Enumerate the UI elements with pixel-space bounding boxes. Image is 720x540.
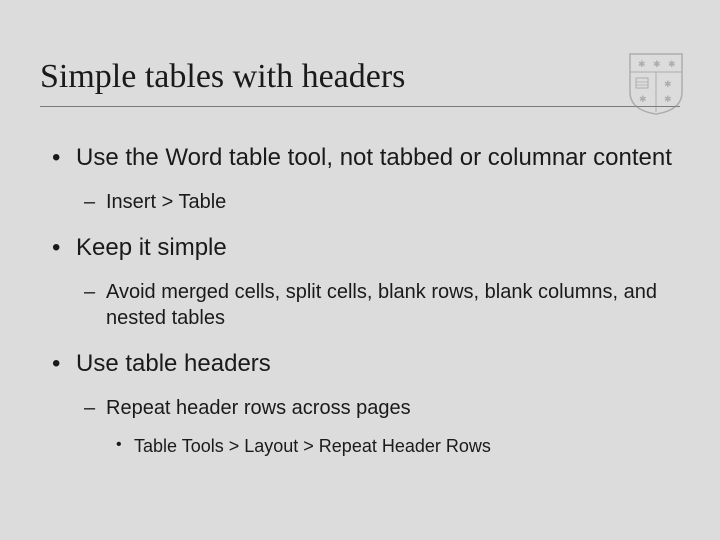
list-item-text: Use the Word table tool, not tabbed or c… [76, 144, 672, 171]
list-item: Table Tools > Layout > Repeat Header Row… [134, 435, 680, 458]
list-item-text: Table Tools > Layout > Repeat Header Row… [134, 436, 491, 456]
svg-text:✱: ✱ [664, 79, 672, 89]
list-item-text: Avoid merged cells, split cells, blank r… [106, 281, 657, 329]
list-item-text: Use table headers [76, 350, 271, 377]
list-item: Use the Word table tool, not tabbed or c… [76, 143, 680, 215]
slide-title: Simple tables with headers [40, 58, 680, 107]
slide: ✱ ✱ ✱ ✱ ✱ ✱ Simple tables with headers U… [0, 0, 720, 540]
svg-text:✱: ✱ [653, 59, 661, 69]
svg-text:✱: ✱ [639, 94, 647, 104]
svg-text:✱: ✱ [668, 59, 676, 69]
bullet-list: Use the Word table tool, not tabbed or c… [40, 143, 680, 458]
list-item: Use table headers Repeat header rows acr… [76, 349, 680, 458]
list-item-text: Insert > Table [106, 191, 226, 213]
list-item: Repeat header rows across pages Table To… [106, 395, 680, 458]
svg-text:✱: ✱ [638, 59, 646, 69]
list-item: Insert > Table [106, 189, 680, 215]
list-item: Keep it simple Avoid merged cells, split… [76, 233, 680, 331]
list-item-text: Repeat header rows across pages [106, 397, 411, 419]
svg-text:✱: ✱ [664, 94, 672, 104]
list-item-text: Keep it simple [76, 234, 227, 261]
shield-logo-icon: ✱ ✱ ✱ ✱ ✱ ✱ [628, 52, 684, 116]
list-item: Avoid merged cells, split cells, blank r… [106, 279, 680, 331]
